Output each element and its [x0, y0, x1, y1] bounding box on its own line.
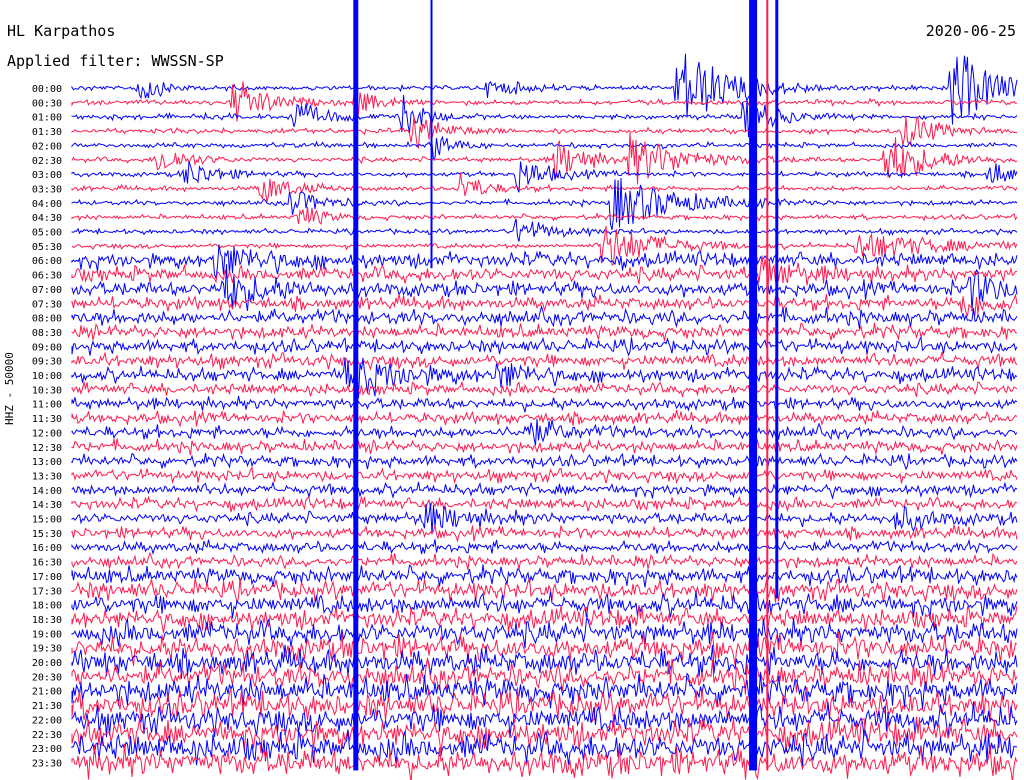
time-label: 13:30	[32, 471, 62, 482]
time-label: 09:30	[32, 357, 62, 368]
time-label: 08:00	[32, 314, 62, 325]
time-label: 18:30	[32, 615, 62, 626]
time-label: 19:30	[32, 644, 62, 655]
time-label: 00:30	[32, 98, 62, 109]
time-label: 08:30	[32, 328, 62, 339]
trace-row	[71, 135, 1018, 161]
trace-row	[71, 551, 1018, 571]
event-spike	[749, 0, 758, 771]
time-label: 21:00	[32, 687, 62, 698]
trace-row	[71, 409, 1018, 428]
time-label: 07:00	[32, 285, 62, 296]
time-label: 10:00	[32, 371, 62, 382]
time-label: 11:30	[32, 414, 62, 425]
time-label: 19:00	[32, 629, 62, 640]
trace-row	[71, 177, 1018, 231]
time-label: 01:30	[32, 127, 62, 138]
time-label: 12:30	[32, 443, 62, 454]
time-label: 20:30	[32, 672, 62, 683]
time-label: 01:00	[32, 113, 62, 124]
trace-row	[71, 335, 1018, 357]
time-label: 13:00	[32, 457, 62, 468]
event-spike	[766, 0, 769, 771]
event-spike	[775, 0, 779, 599]
time-label: 17:00	[32, 572, 62, 583]
time-label: 22:00	[32, 715, 62, 726]
trace-row	[71, 53, 1018, 125]
trace-row	[71, 564, 1018, 588]
time-label: 12:00	[32, 428, 62, 439]
trace-row	[71, 322, 1018, 341]
trace-row	[71, 495, 1018, 513]
seismogram-plot: 00:00 00:30 01:00 01:30 02:00 02:30 03:00 03:30…	[32, 0, 1018, 780]
trace-row	[71, 132, 1018, 185]
event-spike	[353, 0, 359, 771]
time-label: 05:00	[32, 228, 62, 239]
trace-row	[71, 503, 1018, 535]
time-label: 15:30	[32, 529, 62, 540]
time-label: 20:00	[32, 658, 62, 669]
trace-row	[71, 538, 1018, 556]
time-label: 06:00	[32, 256, 62, 267]
trace-row	[71, 293, 1018, 317]
trace-row	[71, 437, 1018, 456]
time-label: 04:00	[32, 199, 62, 210]
time-label: 14:30	[32, 500, 62, 511]
time-label: 23:00	[32, 744, 62, 755]
time-label: 11:00	[32, 400, 62, 411]
trace-row	[71, 395, 1018, 413]
time-label: 03:30	[32, 184, 62, 195]
time-label: 04:30	[32, 213, 62, 224]
time-label: 06:30	[32, 271, 62, 282]
time-label: 05:30	[32, 242, 62, 253]
trace-row	[71, 481, 1018, 501]
time-label: 21:30	[32, 701, 62, 712]
event-spike	[430, 0, 433, 269]
time-label: 00:00	[32, 84, 62, 95]
time-label: 03:00	[32, 170, 62, 181]
trace-row	[71, 452, 1018, 471]
time-label: 14:00	[32, 486, 62, 497]
time-label: 02:30	[32, 156, 62, 167]
trace-row	[71, 206, 1018, 225]
trace-row	[71, 591, 1018, 620]
trace-row	[71, 172, 1018, 203]
time-label: 16:00	[32, 543, 62, 554]
trace-row	[71, 351, 1018, 371]
trace-row	[71, 466, 1018, 485]
time-label: 22:30	[32, 730, 62, 741]
trace-row	[71, 524, 1018, 543]
time-label: 10:30	[32, 385, 62, 396]
time-label: 09:00	[32, 342, 62, 353]
time-label: 23:30	[32, 758, 62, 769]
trace-row	[71, 381, 1018, 399]
time-label: 16:30	[32, 558, 62, 569]
time-label: 02:00	[32, 141, 62, 152]
trace-row	[71, 115, 1017, 149]
time-label: 15:00	[32, 515, 62, 526]
trace-row	[71, 218, 1018, 242]
trace-row	[71, 418, 1018, 446]
time-label: 07:30	[32, 299, 62, 310]
time-label: 18:00	[32, 601, 62, 612]
time-label: 17:30	[32, 586, 62, 597]
